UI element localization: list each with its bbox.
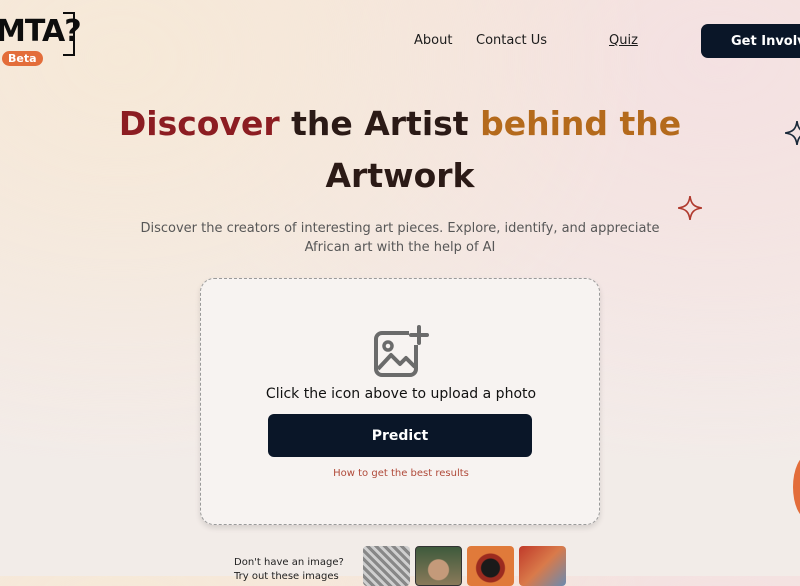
sparkle-icon [785, 121, 800, 145]
image-plus-icon[interactable] [373, 325, 429, 381]
nav-about-link[interactable]: About [414, 33, 452, 48]
logo-bracket [63, 12, 75, 56]
sample-image-2[interactable] [415, 546, 462, 586]
hero-title: Discover the Artist behind the Artwork [0, 100, 800, 200]
upload-instruction: Click the icon above to upload a photo [265, 386, 537, 402]
hero-title-part3: behind the [480, 104, 682, 143]
best-results-link[interactable]: How to get the best results [201, 468, 601, 479]
hero-subtitle: Discover the creators of interesting art… [140, 221, 660, 255]
get-involved-button[interactable]: Get Involved [701, 24, 800, 58]
nav-contact-link[interactable]: Contact Us [476, 33, 547, 48]
upload-card: Click the icon above to upload a photo P… [200, 278, 600, 525]
nav-quiz-link[interactable]: Quiz [609, 33, 638, 48]
sample-prompt: Don't have an image? Try out these image… [234, 556, 344, 584]
hero-title-part1: Discover [118, 104, 280, 143]
sample-image-3[interactable] [467, 546, 514, 586]
sparkle-icon [678, 196, 702, 220]
decorative-orb [793, 455, 800, 519]
sample-image-1[interactable] [363, 546, 410, 586]
hero-title-line2: Artwork [325, 156, 475, 195]
hero-title-part2: the Artist [291, 104, 469, 143]
predict-button[interactable]: Predict [268, 414, 532, 457]
sample-prompt-line2: Try out these images [234, 571, 339, 582]
sample-prompt-line1: Don't have an image? [234, 557, 344, 568]
beta-badge: Beta [2, 51, 43, 66]
sample-image-4[interactable] [519, 546, 566, 586]
logo[interactable]: MTA? Beta [0, 8, 82, 68]
